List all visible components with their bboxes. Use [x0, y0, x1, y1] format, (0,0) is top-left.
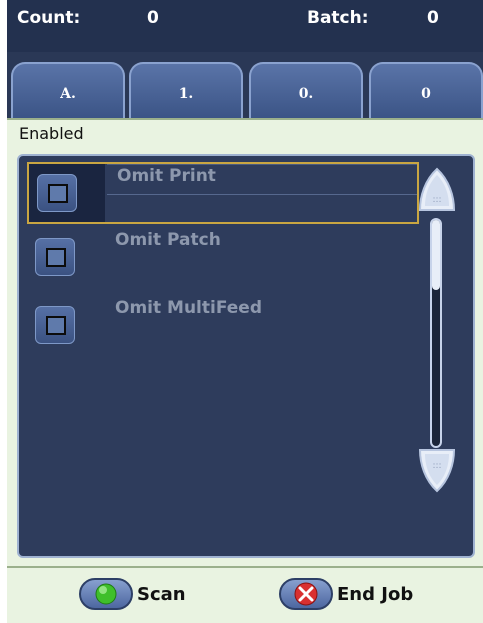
tab-0-dot[interactable]: 0. [249, 62, 363, 118]
chevron-up-icon[interactable]: ::: [417, 166, 457, 212]
option-label: Omit Patch [115, 230, 221, 250]
tab-a[interactable]: A. [11, 62, 125, 118]
tab-1[interactable]: 1. [129, 62, 243, 118]
green-dot-icon [79, 578, 133, 610]
svg-text::::: ::: [432, 195, 441, 205]
footer-bar: Scan End Job [7, 566, 483, 623]
end-job-button[interactable]: End Job [279, 574, 413, 614]
scroll-track[interactable] [430, 218, 442, 448]
checkbox[interactable] [35, 238, 75, 276]
scrollbar[interactable]: ::: ::: [415, 166, 459, 493]
scan-button[interactable]: Scan [79, 574, 186, 614]
tab-bar: A. 1. 0. 0 [7, 52, 483, 118]
count-value: 0 [147, 8, 159, 28]
batch-label: Batch: [307, 8, 369, 28]
svg-text::::: ::: [432, 461, 441, 471]
batch-value: 0 [427, 8, 439, 28]
scan-label: Scan [137, 583, 186, 605]
scroll-thumb[interactable] [432, 220, 440, 290]
count-label: Count: [17, 8, 81, 28]
option-omit-print[interactable]: Omit Print [27, 162, 419, 224]
chevron-down-icon[interactable]: ::: [417, 446, 457, 493]
checkbox[interactable] [37, 174, 77, 212]
status-text: Enabled [19, 124, 84, 143]
option-omit-patch[interactable]: Omit Patch [27, 228, 419, 290]
options-panel: Omit Print Omit Patch Omit MultiFeed ::: [7, 148, 483, 566]
options-list: Omit Print Omit Patch Omit MultiFeed ::: [17, 154, 475, 558]
status-bar: Enabled [7, 118, 483, 148]
option-omit-multifeed[interactable]: Omit MultiFeed [27, 296, 419, 358]
end-job-label: End Job [337, 583, 414, 605]
counter-header: Count: 0 Batch: 0 [7, 0, 483, 52]
tab-0[interactable]: 0 [369, 62, 483, 118]
option-label: Omit MultiFeed [115, 298, 262, 318]
checkbox[interactable] [35, 306, 75, 344]
option-label: Omit Print [117, 166, 216, 186]
red-x-icon [279, 578, 333, 610]
